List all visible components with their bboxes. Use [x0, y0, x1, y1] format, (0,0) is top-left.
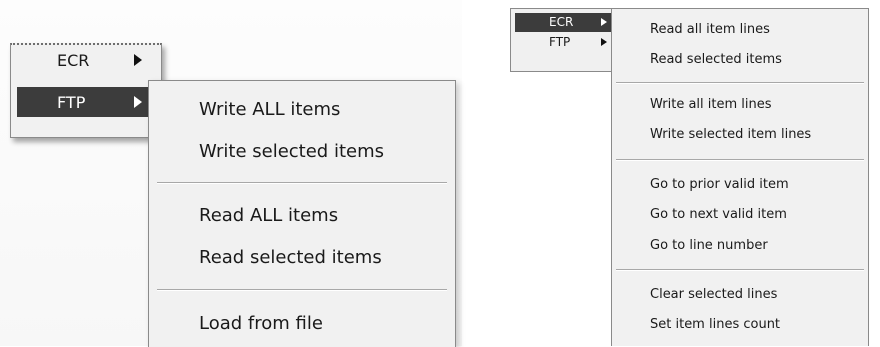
submenu-item-write-selected[interactable]: Write selected items — [199, 141, 384, 162]
protocol-menu: ECR FTP — [10, 43, 162, 138]
submenu-item-write-all[interactable]: Write ALL items — [199, 99, 340, 120]
submenu-item-set-lines-count[interactable]: Set item lines count — [650, 317, 780, 332]
ecr-submenu: Read all item lines Read selected items … — [611, 8, 869, 346]
submenu-item-write-selected-lines[interactable]: Write selected item lines — [650, 127, 811, 142]
submenu-item-go-next-valid[interactable]: Go to next valid item — [650, 207, 787, 222]
submenu-arrow-icon — [134, 54, 142, 66]
menu-separator — [157, 182, 447, 184]
menu-separator — [157, 289, 447, 291]
submenu-item-read-all-lines[interactable]: Read all item lines — [650, 22, 770, 37]
submenu-item-write-all-lines[interactable]: Write all item lines — [650, 97, 772, 112]
menu-item-ftp[interactable]: FTP — [515, 33, 611, 52]
ftp-submenu: Write ALL items Write selected items Rea… — [148, 80, 456, 347]
menu-separator — [616, 269, 864, 271]
menu-item-ftp[interactable]: FTP — [17, 87, 155, 117]
submenu-arrow-icon — [134, 96, 142, 108]
submenu-arrow-icon — [601, 18, 607, 26]
menu-item-label: ECR — [57, 51, 90, 70]
submenu-item-go-prior-valid[interactable]: Go to prior valid item — [650, 177, 789, 192]
submenu-item-clear-selected[interactable]: Clear selected lines — [650, 287, 777, 302]
menu-separator — [616, 82, 864, 84]
submenu-item-go-line-number[interactable]: Go to line number — [650, 238, 768, 253]
protocol-menu: ECR FTP — [510, 8, 613, 72]
menu-item-label: ECR — [549, 15, 574, 29]
left-menu-panel: ECR FTP Write ALL items Write selected i… — [0, 0, 462, 347]
menu-item-ecr[interactable]: ECR — [17, 45, 155, 75]
submenu-item-read-selected[interactable]: Read selected items — [199, 247, 382, 268]
menu-item-label: FTP — [549, 35, 571, 49]
submenu-arrow-icon — [601, 38, 607, 46]
submenu-item-read-all[interactable]: Read ALL items — [199, 205, 338, 226]
menu-item-ecr[interactable]: ECR — [515, 13, 611, 32]
menu-item-label: FTP — [57, 93, 86, 112]
right-menu-panel: ECR FTP Read all item lines Read selecte… — [510, 0, 880, 346]
menu-separator — [616, 159, 864, 161]
submenu-item-load-from-file[interactable]: Load from file — [199, 313, 323, 334]
submenu-item-read-selected[interactable]: Read selected items — [650, 52, 782, 67]
